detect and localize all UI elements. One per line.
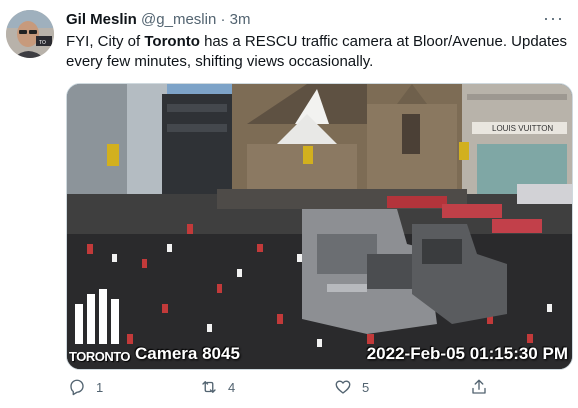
camera-label: Camera 8045 [135,344,240,363]
tweet-time[interactable]: 3m [230,11,251,28]
camera-image[interactable]: LOUIS VUITTON TORONTO Camera 8045 2022-F… [66,83,573,370]
tweet-actions: 1 4 5 [66,378,571,404]
tweet-text-part-1: FYI, City of [66,33,145,50]
reply-count: 1 [96,379,104,395]
reply-button[interactable]: 1 [68,378,103,396]
svg-text:TO: TO [39,40,46,46]
retweet-button[interactable]: 4 [200,378,235,396]
user-handle[interactable]: @g_meslin [141,11,216,28]
avatar-photo: TO [6,10,54,58]
more-options-icon[interactable]: ··· [543,8,564,29]
camera-timestamp: 2022-Feb-05 01:15:30 PM [366,344,568,363]
separator-dot: · [220,11,226,28]
store-sign: LOUIS VUITTON [492,124,553,133]
share-icon [472,379,486,394]
heart-icon [335,380,351,394]
retweet-icon [202,381,216,393]
tweet-text-bold: Toronto [144,33,200,50]
share-button[interactable] [470,378,488,396]
reply-icon [70,379,84,396]
tweet-header: Gil Meslin @g_meslin · 3m [66,11,250,28]
tweet[interactable]: TO Gil Meslin @g_meslin · 3m ··· FYI, Ci… [0,0,578,408]
like-button[interactable]: 5 [334,378,369,396]
toronto-logo: TORONTO [69,349,131,364]
tweet-text: FYI, City of Toronto has a RESCU traffic… [66,32,571,72]
camera-scene: LOUIS VUITTON [67,84,572,369]
avatar[interactable]: TO [6,10,54,58]
retweet-count: 4 [228,379,236,395]
like-count: 5 [362,379,370,395]
display-name[interactable]: Gil Meslin [66,11,137,28]
